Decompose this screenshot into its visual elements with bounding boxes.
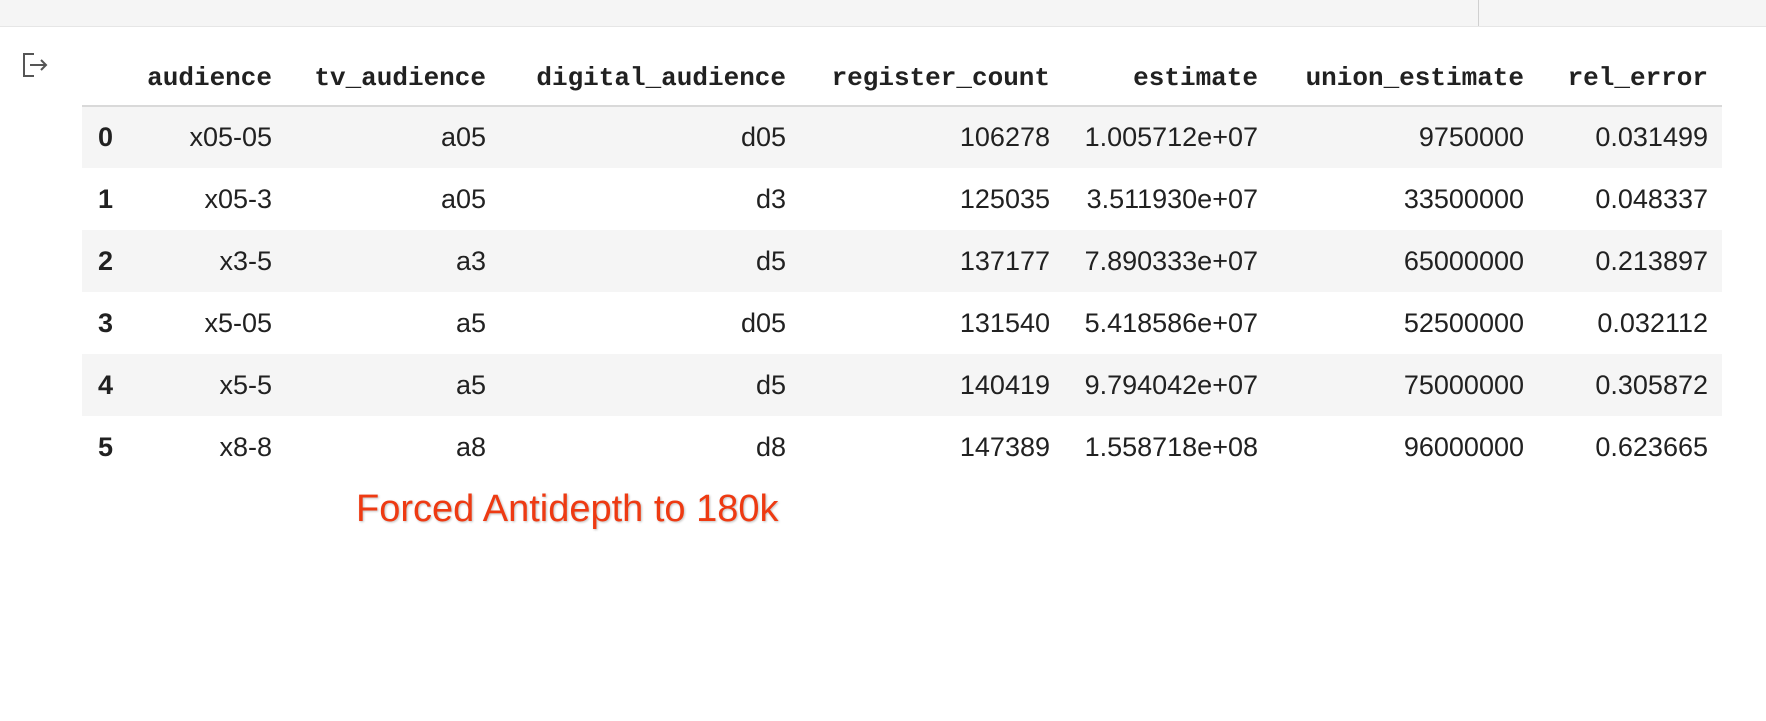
table-row: 0 x05-05 a05 d05 106278 1.005712e+07 975… — [82, 106, 1722, 168]
table-cell: a8 — [455, 431, 486, 462]
table-cell: 125035 — [959, 183, 1050, 214]
table-cell: d3 — [755, 183, 786, 214]
table-cell: 0.305872 — [1595, 369, 1708, 400]
output-arrow-icon[interactable] — [20, 49, 52, 81]
row-index: 5 — [98, 431, 114, 462]
table-cell: 75000000 — [1403, 369, 1524, 400]
row-index: 3 — [98, 307, 114, 338]
table-cell: 0.623665 — [1595, 431, 1708, 462]
column-header: estimate — [1064, 50, 1272, 107]
table-cell: x5-05 — [204, 307, 272, 338]
table-cell: 5.418586e+07 — [1084, 307, 1258, 338]
index-header — [82, 50, 134, 107]
table-cell: 9.794042e+07 — [1084, 369, 1258, 400]
table-cell: x05-3 — [204, 183, 272, 214]
table-cell: d5 — [755, 245, 786, 276]
table-cell: a5 — [455, 369, 486, 400]
table-cell: d05 — [740, 307, 786, 338]
row-index: 4 — [98, 369, 114, 400]
table-cell: 106278 — [959, 122, 1050, 152]
table-row: 3 x5-05 a5 d05 131540 5.418586e+07 52500… — [82, 292, 1722, 354]
table-cell: 7.890333e+07 — [1084, 245, 1258, 276]
column-header: tv_audience — [286, 50, 500, 107]
row-index: 2 — [98, 245, 114, 276]
previous-cell-edge — [0, 0, 1766, 27]
table-cell: x3-5 — [219, 245, 272, 276]
dataframe-table: audience tv_audience digital_audience re… — [82, 50, 1722, 478]
header-row: audience tv_audience digital_audience re… — [82, 50, 1722, 107]
table-cell: a05 — [440, 183, 486, 214]
column-header: digital_audience — [500, 50, 800, 107]
table-cell: a5 — [455, 307, 486, 338]
table-cell: x05-05 — [189, 122, 272, 152]
table-row: 4 x5-5 a5 d5 140419 9.794042e+07 7500000… — [82, 354, 1722, 416]
table-cell: 9750000 — [1418, 122, 1524, 152]
table-cell: 96000000 — [1403, 431, 1524, 462]
table-cell: 1.558718e+08 — [1084, 431, 1258, 462]
column-header: union_estimate — [1272, 50, 1538, 107]
table-cell: 0.213897 — [1595, 245, 1708, 276]
table-cell: d05 — [740, 122, 786, 152]
table-cell: a05 — [440, 122, 486, 152]
table-cell: 1.005712e+07 — [1084, 122, 1258, 152]
table-cell: d5 — [755, 369, 786, 400]
table-cell: 0.031499 — [1595, 122, 1708, 152]
table-cell: 0.048337 — [1595, 183, 1708, 214]
annotation-text: Forced Antidepth to 180k — [356, 488, 779, 530]
column-header: rel_error — [1538, 50, 1722, 107]
table-cell: 65000000 — [1403, 245, 1524, 276]
table-cell: 52500000 — [1403, 307, 1524, 338]
table-row: 1 x05-3 a05 d3 125035 3.511930e+07 33500… — [82, 168, 1722, 230]
table-row: 2 x3-5 a3 d5 137177 7.890333e+07 6500000… — [82, 230, 1722, 292]
table-cell: 3.511930e+07 — [1086, 183, 1258, 214]
table-cell: x5-5 — [219, 369, 272, 400]
table-cell: 137177 — [959, 245, 1050, 276]
table-cell: x8-8 — [219, 431, 272, 462]
table-cell: 131540 — [959, 307, 1050, 338]
table-cell: a3 — [455, 245, 486, 276]
table-cell: 147389 — [959, 431, 1050, 462]
table-cell: 140419 — [959, 369, 1050, 400]
toolbar-divider — [1478, 0, 1479, 26]
column-header: register_count — [800, 50, 1064, 107]
row-index: 0 — [98, 122, 114, 152]
dataframe-output: audience tv_audience digital_audience re… — [82, 50, 1722, 478]
table-cell: 0.032112 — [1597, 307, 1708, 338]
table-cell: 33500000 — [1403, 183, 1524, 214]
column-header: audience — [134, 50, 286, 107]
row-index: 1 — [98, 183, 114, 214]
table-cell: d8 — [755, 431, 786, 462]
table-row: 5 x8-8 a8 d8 147389 1.558718e+08 9600000… — [82, 416, 1722, 478]
